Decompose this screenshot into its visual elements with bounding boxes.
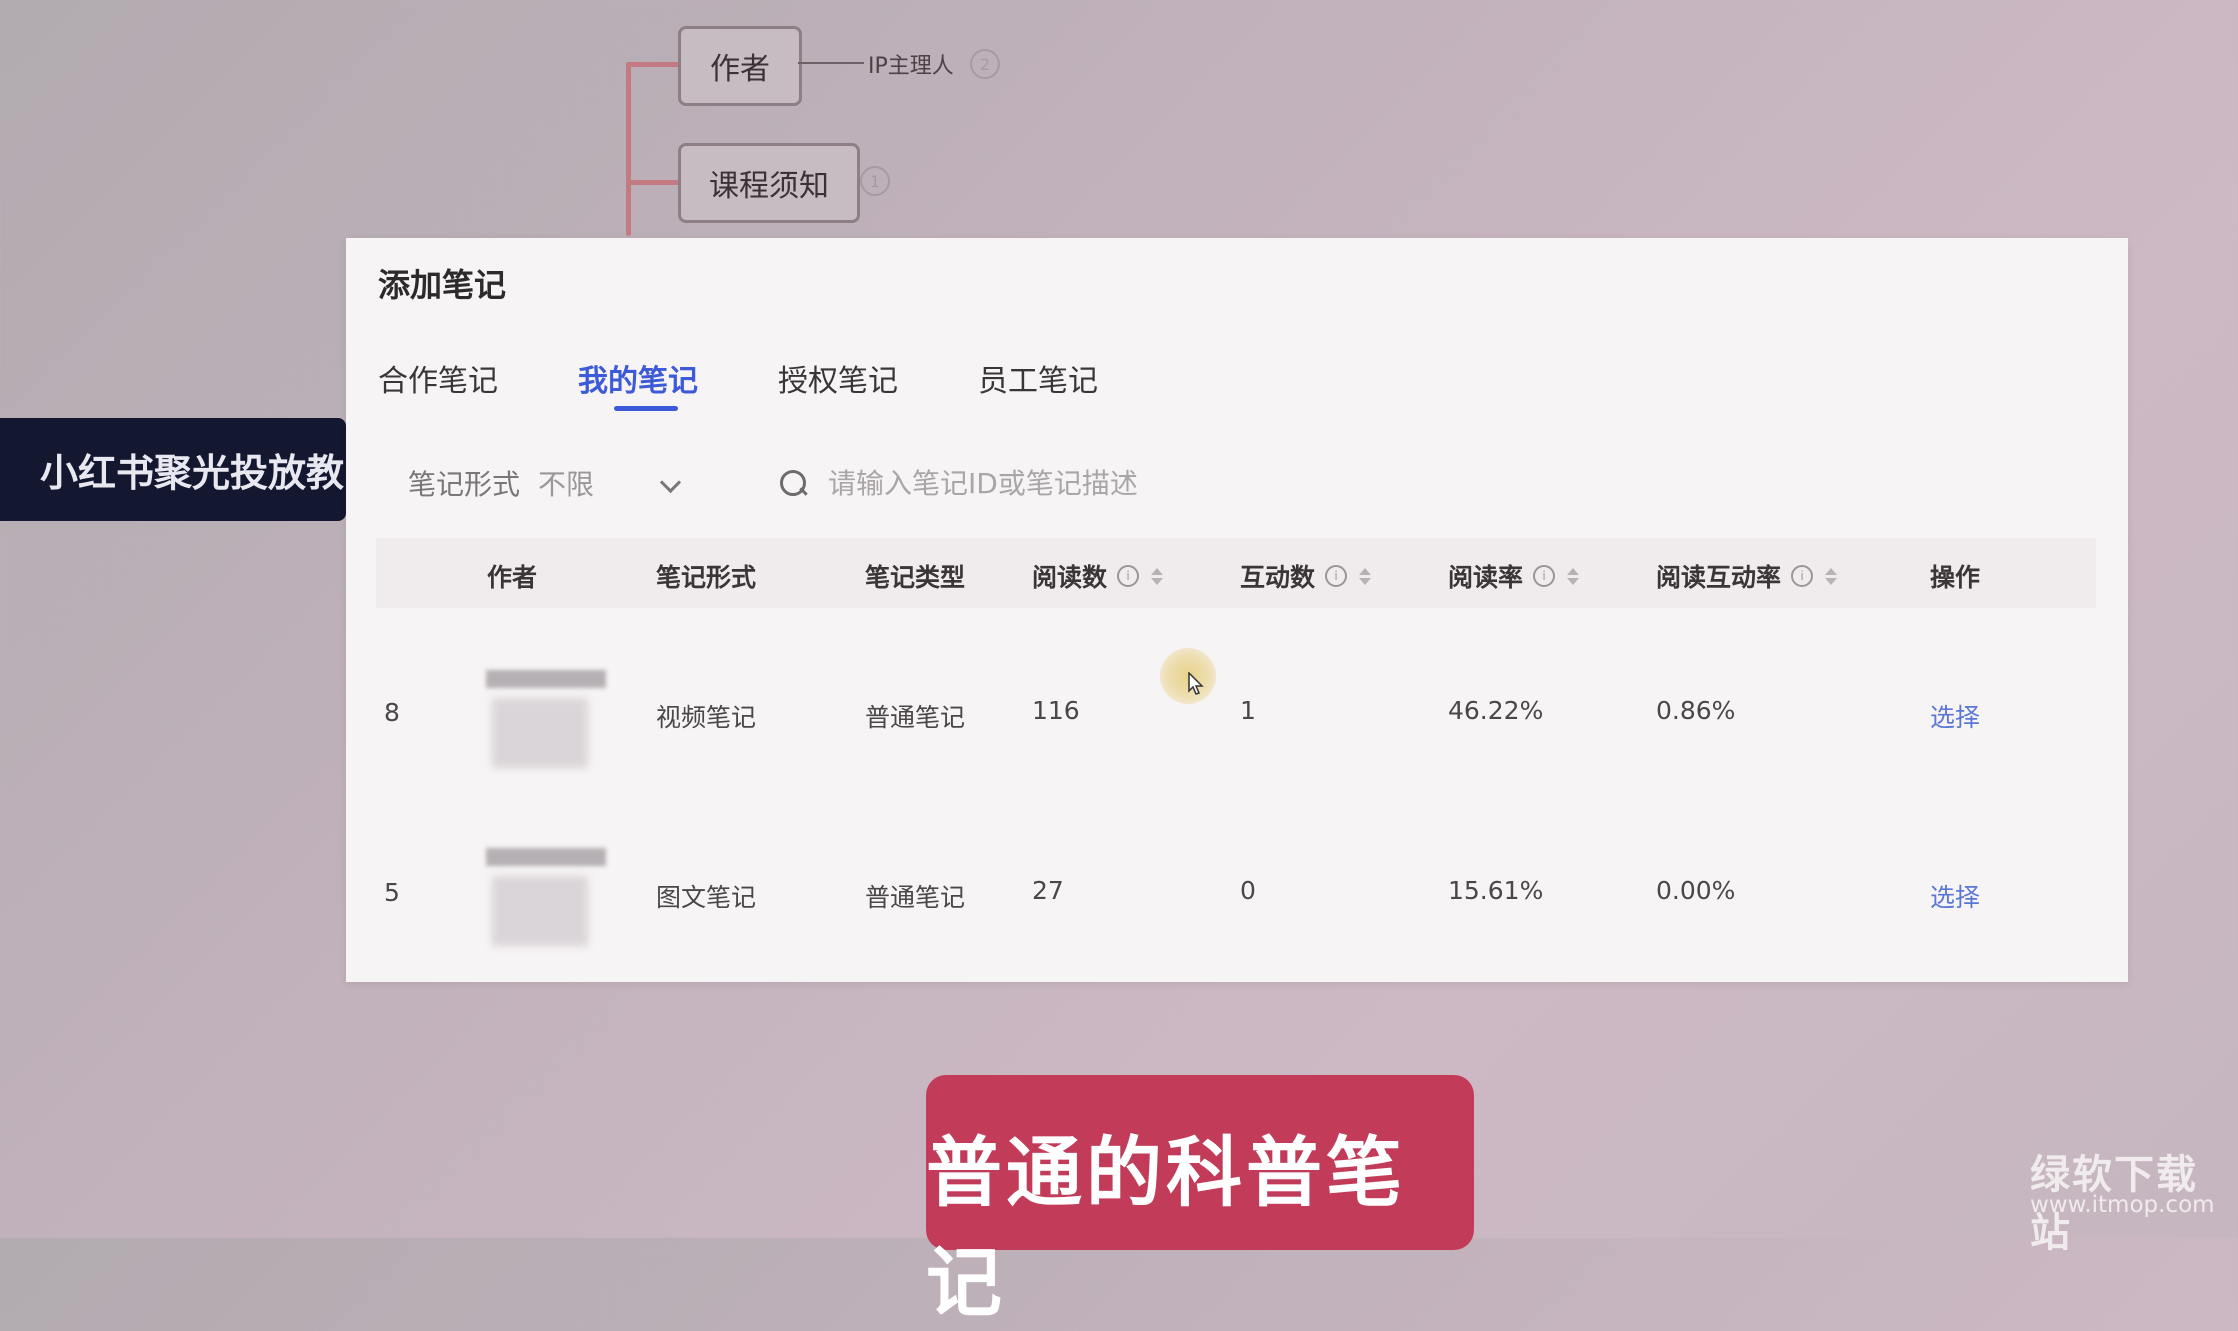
cell-note-type: 普通笔记 [865,883,966,912]
col-note-form: 笔记形式 [656,558,756,594]
cell-read-interact-rate: 0.00% [1656,876,1736,905]
select-note-button[interactable]: 选择 [1930,878,1980,914]
dialog-title: 添加笔记 [378,266,507,304]
mindmap-count-badge: 2 [970,49,1000,79]
col-author: 作者 [487,558,537,594]
tab-cooperation-notes[interactable]: 合作笔记 [378,356,498,400]
info-icon[interactable]: i [1533,565,1556,587]
tab-authorized-notes[interactable]: 授权笔记 [778,356,898,400]
sort-icon[interactable] [1151,567,1164,585]
cell-note-type: 普通笔记 [865,703,966,732]
col-interactions: 互动数 i [1240,558,1372,594]
col-note-type: 笔记类型 [865,558,965,594]
col-interactions-label: 互动数 [1240,563,1316,592]
col-reads: 阅读数 i [1032,558,1164,594]
note-form-select[interactable]: 笔记形式 不限 [376,455,706,511]
cell-note-form: 图文笔记 [656,883,757,912]
mouse-cursor-icon [1188,672,1204,695]
video-subtitle-caption: 普通的科普笔记 [926,1075,1474,1327]
mindmap-child-label[interactable]: IP主理人 [868,48,954,80]
cell-interactions: 0 [1240,876,1256,905]
mindmap-connector [798,62,864,64]
note-form-select-label: 笔记形式 [408,468,521,501]
cell-interactions: 1 [1240,696,1256,725]
tab-my-notes[interactable]: 我的笔记 [578,356,698,400]
cell-reads: 27 [1032,876,1064,905]
search-input[interactable] [826,465,1530,501]
chevron-down-icon [659,471,682,494]
col-read-interact-rate: 阅读互动率 i [1656,558,1838,594]
cell-read-interact-rate: 0.86% [1656,696,1736,725]
col-action-label: 操作 [1930,563,1981,592]
cell-read-rate: 15.61% [1448,876,1544,905]
filter-bar: 笔记形式 不限 [376,455,2092,511]
sort-icon[interactable] [1825,567,1838,585]
note-thumbnail [486,670,606,770]
search-icon [780,470,806,496]
note-form-select-value: 不限 [538,468,595,501]
sort-icon[interactable] [1567,567,1580,585]
mindmap-node-course[interactable]: 课程须知 [678,143,860,223]
tab-employee-notes[interactable]: 员工笔记 [978,356,1098,400]
cell-reads: 116 [1032,696,1080,725]
mindmap-branch-course [626,180,680,185]
col-read-rate-label: 阅读率 [1448,563,1524,592]
note-thumbnail [486,848,606,948]
search-box [780,455,1680,511]
cell-note-form: 视频笔记 [656,703,757,732]
row-index: 8 [384,698,400,727]
table-row[interactable]: 8 视频笔记 普通笔记 116 1 46.22% 0.86% 选择 [376,620,2096,800]
row-index: 5 [384,878,400,907]
course-title-banner: 小红书聚光投放教 [0,418,346,521]
info-icon[interactable]: i [1117,565,1140,587]
sort-icon[interactable] [1359,567,1372,585]
col-reads-label: 阅读数 [1032,563,1108,592]
info-icon[interactable]: i [1791,565,1814,587]
mindmap-count-badge: 1 [860,166,890,196]
active-tab-indicator [614,406,678,411]
mindmap-node-author[interactable]: 作者 [678,26,802,106]
table-row[interactable]: 5 图文笔记 普通笔记 27 0 15.61% 0.00% 选择 [376,800,2096,980]
cell-read-rate: 46.22% [1448,696,1544,725]
col-action: 操作 [1930,558,1980,594]
watermark-url: www.itmop.com [2030,1192,2215,1218]
col-note-type-label: 笔记类型 [865,563,966,592]
mindmap-branch-author [626,62,680,67]
col-read-rate: 阅读率 i [1448,558,1580,594]
add-note-dialog: 添加笔记 合作笔记 我的笔记 授权笔记 员工笔记 笔记形式 不限 作者 笔记形式… [346,238,2128,982]
col-author-label: 作者 [487,563,538,592]
mindmap-trunk-line [626,62,631,236]
col-read-interact-rate-label: 阅读互动率 [1656,563,1782,592]
col-note-form-label: 笔记形式 [656,563,757,592]
select-note-button[interactable]: 选择 [1930,698,1980,734]
table-header: 作者 笔记形式 笔记类型 阅读数 i 互动数 i 阅读率 i 阅读互动率 i 操… [376,538,2096,608]
info-icon[interactable]: i [1325,565,1348,587]
